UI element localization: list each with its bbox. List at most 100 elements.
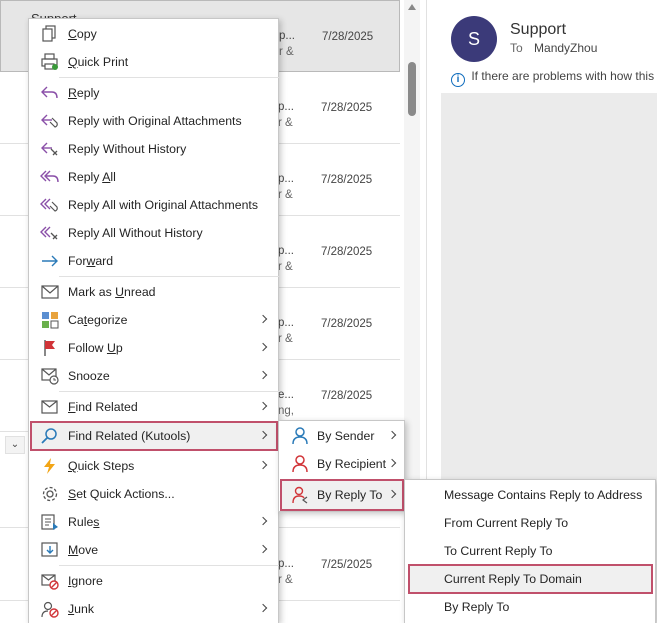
message-snippet: p... xyxy=(278,317,294,329)
menu-item-current-reply-to-domain[interactable]: Current Reply To Domain xyxy=(408,564,653,594)
message-snippet: r & xyxy=(278,117,293,129)
menu-item-by-reply-to[interactable]: By Reply To xyxy=(280,479,404,511)
message-date: 7/28/2025 xyxy=(321,174,373,186)
reply-all-attachment-icon xyxy=(40,198,58,212)
copy-icon xyxy=(42,25,56,42)
person-icon xyxy=(292,455,308,473)
find-related-icon xyxy=(41,400,58,414)
message-snippet: p... xyxy=(278,173,294,185)
menu-item-message-contains-reply-to[interactable]: Message Contains Reply to Address xyxy=(406,482,655,508)
info-bar[interactable]: i If there are problems with how this m xyxy=(451,69,657,87)
menu-item-move[interactable]: Move xyxy=(30,537,278,563)
menu-separator xyxy=(59,565,279,566)
menu-item-categorize[interactable]: Categorize xyxy=(30,307,278,333)
menu-item-reply-with-attachments[interactable]: Reply with Original Attachments xyxy=(30,108,278,134)
message-snippet: r & xyxy=(278,189,293,201)
to-label: To xyxy=(510,41,523,55)
kutools-find-related-submenu: By Sender By Recipient By Reply To xyxy=(278,420,405,512)
message-date: 7/25/2025 xyxy=(321,559,373,571)
menu-item-mark-unread[interactable]: Mark as Unread xyxy=(30,279,278,305)
search-icon xyxy=(41,428,57,444)
menu-item-reply-all-with-attachments[interactable]: Reply All with Original Attachments xyxy=(30,192,278,218)
message-snippet: r & xyxy=(279,46,294,58)
submenu-arrow-icon xyxy=(258,516,268,526)
reply-all-icon xyxy=(40,170,59,183)
menu-item-junk[interactable]: Junk xyxy=(30,596,278,622)
message-snippet: r & xyxy=(278,574,293,586)
info-icon: i xyxy=(451,73,465,87)
context-menu: Copy Quick Print Reply Reply with Origin… xyxy=(28,18,279,623)
recipient-line: To MandyZhou xyxy=(510,41,597,55)
info-text: If there are problems with how this m xyxy=(471,69,657,83)
forward-arrow-icon xyxy=(42,255,58,267)
junk-icon xyxy=(41,601,59,618)
move-folder-icon xyxy=(41,542,58,557)
lightning-icon xyxy=(44,458,55,474)
menu-item-by-recipient[interactable]: By Recipient xyxy=(280,451,404,477)
person-reply-icon xyxy=(292,486,308,504)
sender-name[interactable]: Support xyxy=(510,21,566,39)
reply-without-history-icon xyxy=(41,142,58,156)
outlook-window: Support p... r & 7/28/2025 p... r & 7/28… xyxy=(0,0,657,623)
message-date: 7/28/2025 xyxy=(321,390,373,402)
submenu-arrow-icon xyxy=(258,544,268,554)
reply-attachment-icon xyxy=(41,114,58,128)
submenu-arrow-icon xyxy=(387,458,397,468)
submenu-arrow-icon xyxy=(387,430,397,440)
printer-icon xyxy=(41,53,58,70)
menu-item-reply-all[interactable]: Reply All xyxy=(30,164,278,190)
avatar[interactable]: S xyxy=(451,16,497,62)
menu-item-reply-without-history[interactable]: Reply Without History xyxy=(30,136,278,162)
menu-item-ignore[interactable]: Ignore xyxy=(30,568,278,594)
menu-item-forward[interactable]: Forward xyxy=(30,248,278,274)
message-date: 7/28/2025 xyxy=(321,318,373,330)
menu-item-set-quick-actions[interactable]: Set Quick Actions... xyxy=(30,481,278,507)
menu-item-snooze[interactable]: Snooze xyxy=(30,363,278,389)
menu-item-by-sender[interactable]: By Sender xyxy=(280,423,404,449)
rules-icon xyxy=(41,514,58,530)
menu-item-quick-print[interactable]: Quick Print xyxy=(30,49,278,75)
submenu-arrow-icon xyxy=(258,460,268,470)
menu-item-to-current-reply-to[interactable]: To Current Reply To xyxy=(406,538,655,564)
message-date: 7/28/2025 xyxy=(322,31,374,43)
message-snippet: p... xyxy=(279,30,295,42)
message-snippet: p... xyxy=(278,101,294,113)
gear-icon xyxy=(42,486,58,502)
message-date: 7/28/2025 xyxy=(321,102,373,114)
ignore-icon xyxy=(41,574,59,590)
menu-item-quick-steps[interactable]: Quick Steps xyxy=(30,453,278,479)
scrollbar-thumb[interactable] xyxy=(408,62,416,116)
menu-separator xyxy=(59,77,279,78)
message-snippet: e... xyxy=(278,389,294,401)
flag-icon xyxy=(44,340,55,356)
submenu-arrow-icon xyxy=(258,342,268,352)
menu-item-find-related[interactable]: Find Related xyxy=(30,394,278,420)
submenu-arrow-icon xyxy=(258,314,268,324)
menu-item-copy[interactable]: Copy xyxy=(30,21,278,47)
menu-item-reply-all-without-history[interactable]: Reply All Without History xyxy=(30,220,278,246)
submenu-arrow-icon xyxy=(258,401,268,411)
reply-all-without-history-icon xyxy=(40,226,58,240)
menu-item-follow-up[interactable]: Follow Up xyxy=(30,335,278,361)
group-collapse-chevron-icon[interactable]: ⌄ xyxy=(5,436,25,454)
scroll-up-arrow-icon[interactable] xyxy=(408,4,416,10)
menu-item-from-current-reply-to[interactable]: From Current Reply To xyxy=(406,510,655,536)
message-snippet: ng, xyxy=(278,405,294,417)
menu-item-find-related-kutools[interactable]: Find Related (Kutools) xyxy=(30,421,278,451)
recipient-name[interactable]: MandyZhou xyxy=(534,41,597,55)
menu-item-rules[interactable]: Rules xyxy=(30,509,278,535)
message-snippet: r & xyxy=(278,333,293,345)
menu-separator xyxy=(59,276,279,277)
menu-item-reply[interactable]: Reply xyxy=(30,80,278,106)
message-date: 7/28/2025 xyxy=(321,246,373,258)
message-snippet: p... xyxy=(278,245,294,257)
categorize-icon xyxy=(42,312,59,329)
snooze-clock-icon xyxy=(41,368,59,385)
envelope-icon xyxy=(41,285,59,299)
submenu-arrow-icon xyxy=(258,603,268,613)
submenu-arrow-icon xyxy=(387,489,397,499)
menu-item-by-reply-to-sub[interactable]: By Reply To xyxy=(406,594,655,620)
message-snippet: p... xyxy=(278,558,294,570)
reply-icon xyxy=(41,86,58,99)
submenu-arrow-icon xyxy=(258,430,268,440)
